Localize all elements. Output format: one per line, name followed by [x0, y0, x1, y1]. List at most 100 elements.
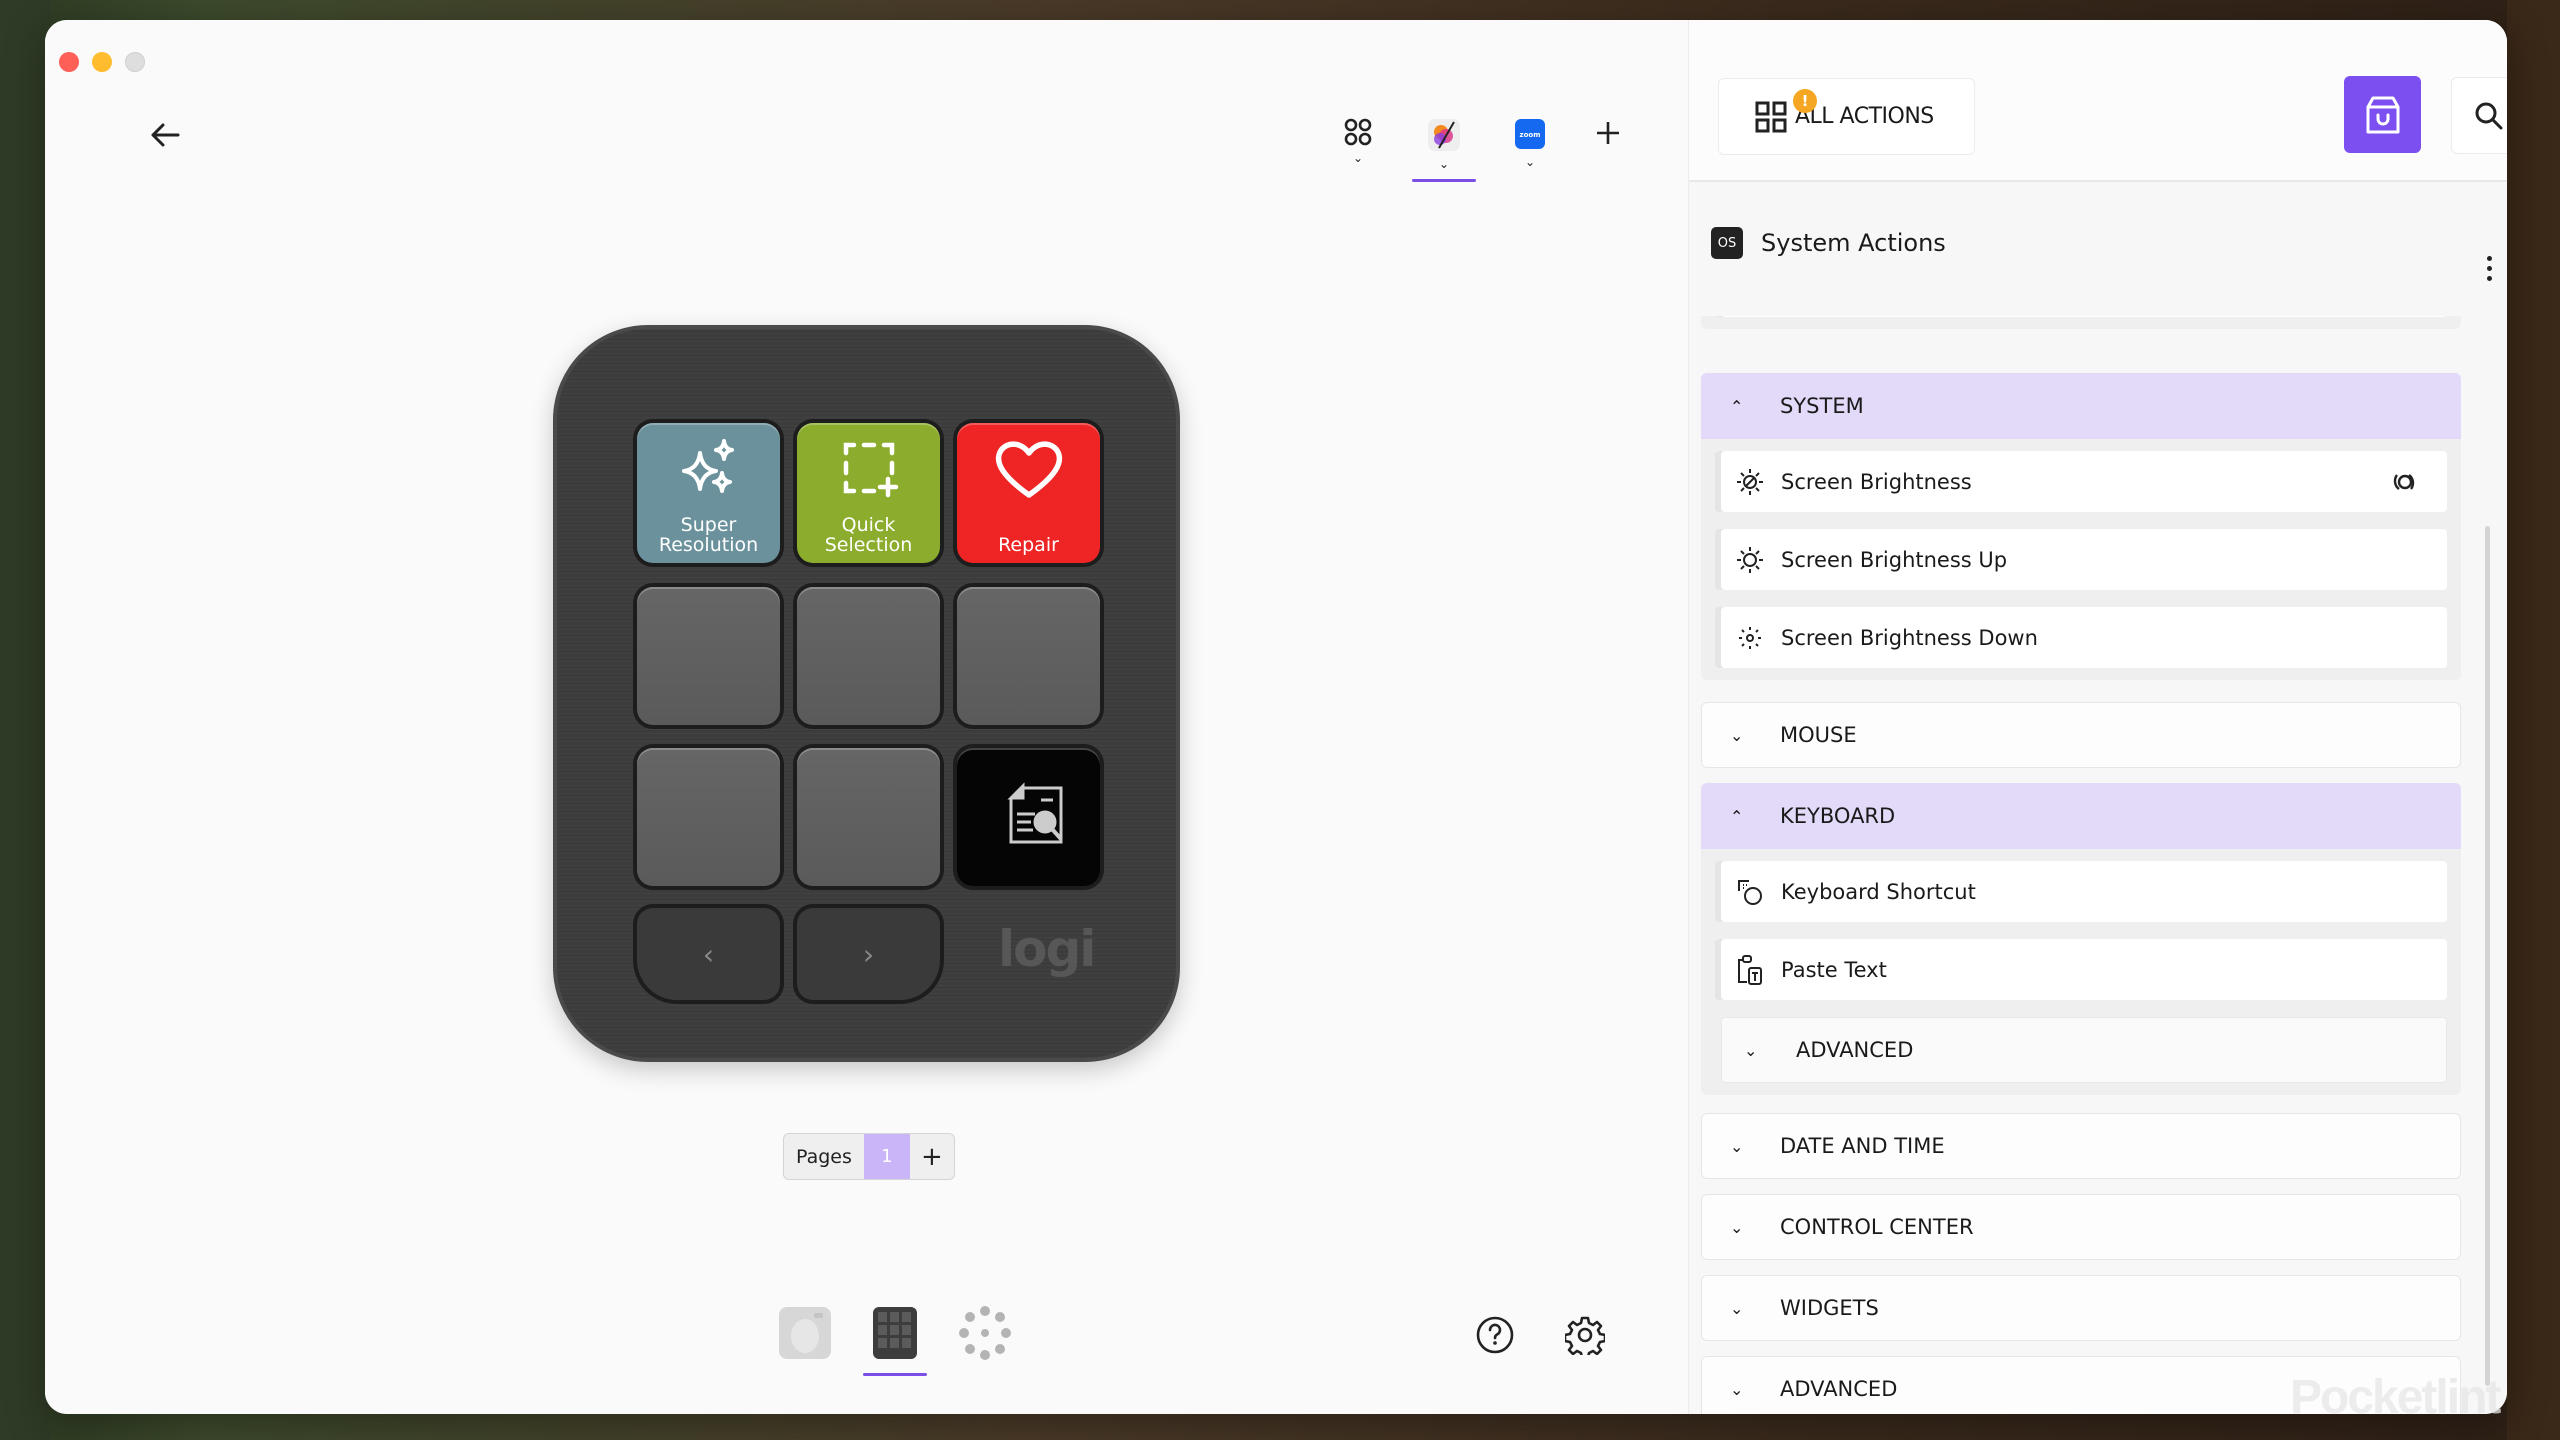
action-item-paste-text[interactable]: Paste Text: [1721, 939, 2447, 1000]
creative-keypad-device: Super Resolution Quick Selection Repair …: [553, 325, 1180, 1062]
section-title: SYSTEM: [1780, 394, 1864, 418]
section-header-mouse[interactable]: ⌄ MOUSE: [1701, 702, 2461, 768]
minimize-window-button[interactable]: [92, 52, 112, 72]
os-icon: OS: [1711, 227, 1743, 259]
section-header-keyboard[interactable]: ⌃ KEYBOARD: [1701, 783, 2461, 849]
actions-scrollbar[interactable]: [2485, 526, 2490, 1386]
key-quick-selection[interactable]: Quick Selection: [797, 423, 940, 563]
grid-icon: [1755, 101, 1787, 132]
four-circles-icon: [1344, 118, 1372, 146]
action-item-screen-brightness-up[interactable]: Screen Brightness Up: [1721, 529, 2447, 590]
action-label: Keyboard Shortcut: [1781, 879, 1976, 904]
question-circle-icon: [1476, 1316, 1514, 1354]
pages-control: Pages 1 +: [783, 1133, 955, 1180]
desktop-wallpaper: [0, 0, 50, 1440]
key-empty[interactable]: [797, 587, 940, 725]
key-empty[interactable]: [957, 587, 1100, 725]
notification-badge: !: [1793, 89, 1817, 113]
action-item-screen-brightness[interactable]: Screen Brightness: [1721, 451, 2447, 512]
keyboard-shortcut-icon: [1733, 875, 1767, 909]
action-item-keyboard-shortcut[interactable]: Keyboard Shortcut: [1721, 861, 2447, 922]
section-title: DATE AND TIME: [1780, 1134, 1945, 1158]
section-system: ⌃ SYSTEM Screen Brightness Screen Bright…: [1701, 373, 2461, 680]
help-button[interactable]: [1465, 1305, 1525, 1365]
key-repair[interactable]: Repair: [957, 423, 1100, 563]
device-dial-button[interactable]: [955, 1298, 1015, 1368]
dial-ring-icon: [959, 1306, 1011, 1360]
section-header-system[interactable]: ⌃ SYSTEM: [1701, 373, 2461, 439]
settings-button[interactable]: [1555, 1305, 1615, 1365]
chevron-down-icon: ⌄: [1744, 1040, 1758, 1060]
key-empty[interactable]: [797, 748, 940, 886]
action-item-screen-brightness-down[interactable]: Screen Brightness Down: [1721, 607, 2447, 668]
action-label: Screen Brightness: [1781, 469, 1972, 494]
chevron-down-icon: ⌄: [1730, 1217, 1744, 1237]
action-item-previous-app[interactable]: Previous App: [1721, 316, 2447, 317]
section-body-keyboard: Keyboard Shortcut Paste Text ⌄ ADVANCED: [1701, 849, 2461, 1095]
key-document-search[interactable]: [957, 748, 1100, 886]
page-prev-key[interactable]: ‹: [637, 908, 780, 1000]
chevron-down-icon: ⌄: [1730, 725, 1744, 745]
maximize-window-button[interactable]: [125, 52, 145, 72]
key-label: Repair: [998, 534, 1059, 556]
sun-half-icon: [1733, 465, 1767, 499]
section-widgets: ⌄ WIDGETS: [1701, 1275, 2461, 1341]
all-actions-button[interactable]: ! ALL ACTIONS: [1718, 78, 1975, 155]
dial-adjust-icon: [2391, 467, 2417, 500]
section-title: WIDGETS: [1780, 1296, 1879, 1320]
section-title: KEYBOARD: [1780, 804, 1896, 828]
arrow-left-icon: [151, 123, 180, 147]
section-title: ADVANCED: [1780, 1377, 1898, 1401]
section-keyboard: ⌃ KEYBOARD Keyboard Shortcut Paste Text …: [1701, 783, 2461, 1095]
app-tab-zoom[interactable]: zoom ⌄: [1487, 100, 1573, 180]
chevron-down-icon: ⌄: [1730, 1379, 1744, 1399]
chevron-down-icon: ⌄: [1730, 1136, 1744, 1156]
section-title: ADVANCED: [1796, 1038, 1914, 1062]
key-empty[interactable]: [637, 587, 780, 725]
action-label: Screen Brightness Up: [1781, 547, 2008, 572]
key-super-resolution[interactable]: Super Resolution: [637, 423, 780, 563]
document-search-icon: [1006, 782, 1062, 844]
gear-icon: [1565, 1316, 1605, 1355]
key-empty[interactable]: [637, 748, 780, 886]
actions-panel-header: ! ALL ACTIONS: [1689, 20, 2507, 182]
key-label: Quick Selection: [824, 514, 913, 556]
section-header-widgets[interactable]: ⌄ WIDGETS: [1701, 1275, 2461, 1341]
section-header-date-and-time[interactable]: ⌄ DATE AND TIME: [1701, 1113, 2461, 1179]
plugin-header: OS System Actions: [1711, 227, 1946, 259]
more-options-button[interactable]: [2479, 248, 2499, 288]
chevron-down-icon: ⌄: [1730, 1298, 1744, 1318]
app-window: ⌄ ⌄ zoom ⌄ Super Resolution Quick Select…: [45, 20, 2507, 1414]
actions-list: Previous App ⌃ SYSTEM Screen Brightness: [1689, 316, 2507, 1414]
subsection-header-advanced[interactable]: ⌄ ADVANCED: [1721, 1017, 2447, 1083]
pixelmator-app-icon: [1428, 119, 1460, 151]
marketplace-button[interactable]: [2344, 76, 2421, 153]
previous-group-partial: Previous App: [1701, 316, 2461, 329]
page-1-button[interactable]: 1: [863, 1134, 910, 1179]
app-tab-all-apps[interactable]: ⌄: [1315, 100, 1401, 180]
search-icon: [2475, 102, 2503, 129]
heart-icon: [995, 441, 1062, 498]
device-keypad-button[interactable]: [863, 1298, 927, 1376]
chevron-down-icon: ⌄: [1352, 151, 1364, 165]
add-page-button[interactable]: +: [910, 1134, 954, 1179]
action-label: Paste Text: [1781, 957, 1887, 982]
device-config-area: ⌄ ⌄ zoom ⌄ Super Resolution Quick Select…: [45, 20, 1688, 1414]
device-dialpad-button[interactable]: [775, 1298, 835, 1368]
traffic-lights: [59, 52, 145, 72]
section-mouse: ⌄ MOUSE: [1701, 702, 2461, 768]
sun-icon: [1733, 543, 1767, 577]
chevron-up-icon: ⌃: [1730, 396, 1744, 416]
section-header-control-center[interactable]: ⌄ CONTROL CENTER: [1701, 1194, 2461, 1260]
paste-text-icon: [1733, 953, 1767, 987]
chevron-right-icon: ›: [862, 937, 875, 971]
marketplace-bag-icon: [2366, 96, 2399, 133]
key-label: Super Resolution: [658, 514, 759, 556]
app-tab-pixelmator-pro[interactable]: ⌄: [1401, 100, 1487, 182]
back-button[interactable]: [135, 105, 195, 165]
zoom-app-icon: zoom: [1515, 119, 1545, 149]
add-app-button[interactable]: [1573, 100, 1643, 180]
search-actions-button[interactable]: [2451, 77, 2507, 154]
close-window-button[interactable]: [59, 52, 79, 72]
page-next-key[interactable]: ›: [797, 908, 940, 1000]
